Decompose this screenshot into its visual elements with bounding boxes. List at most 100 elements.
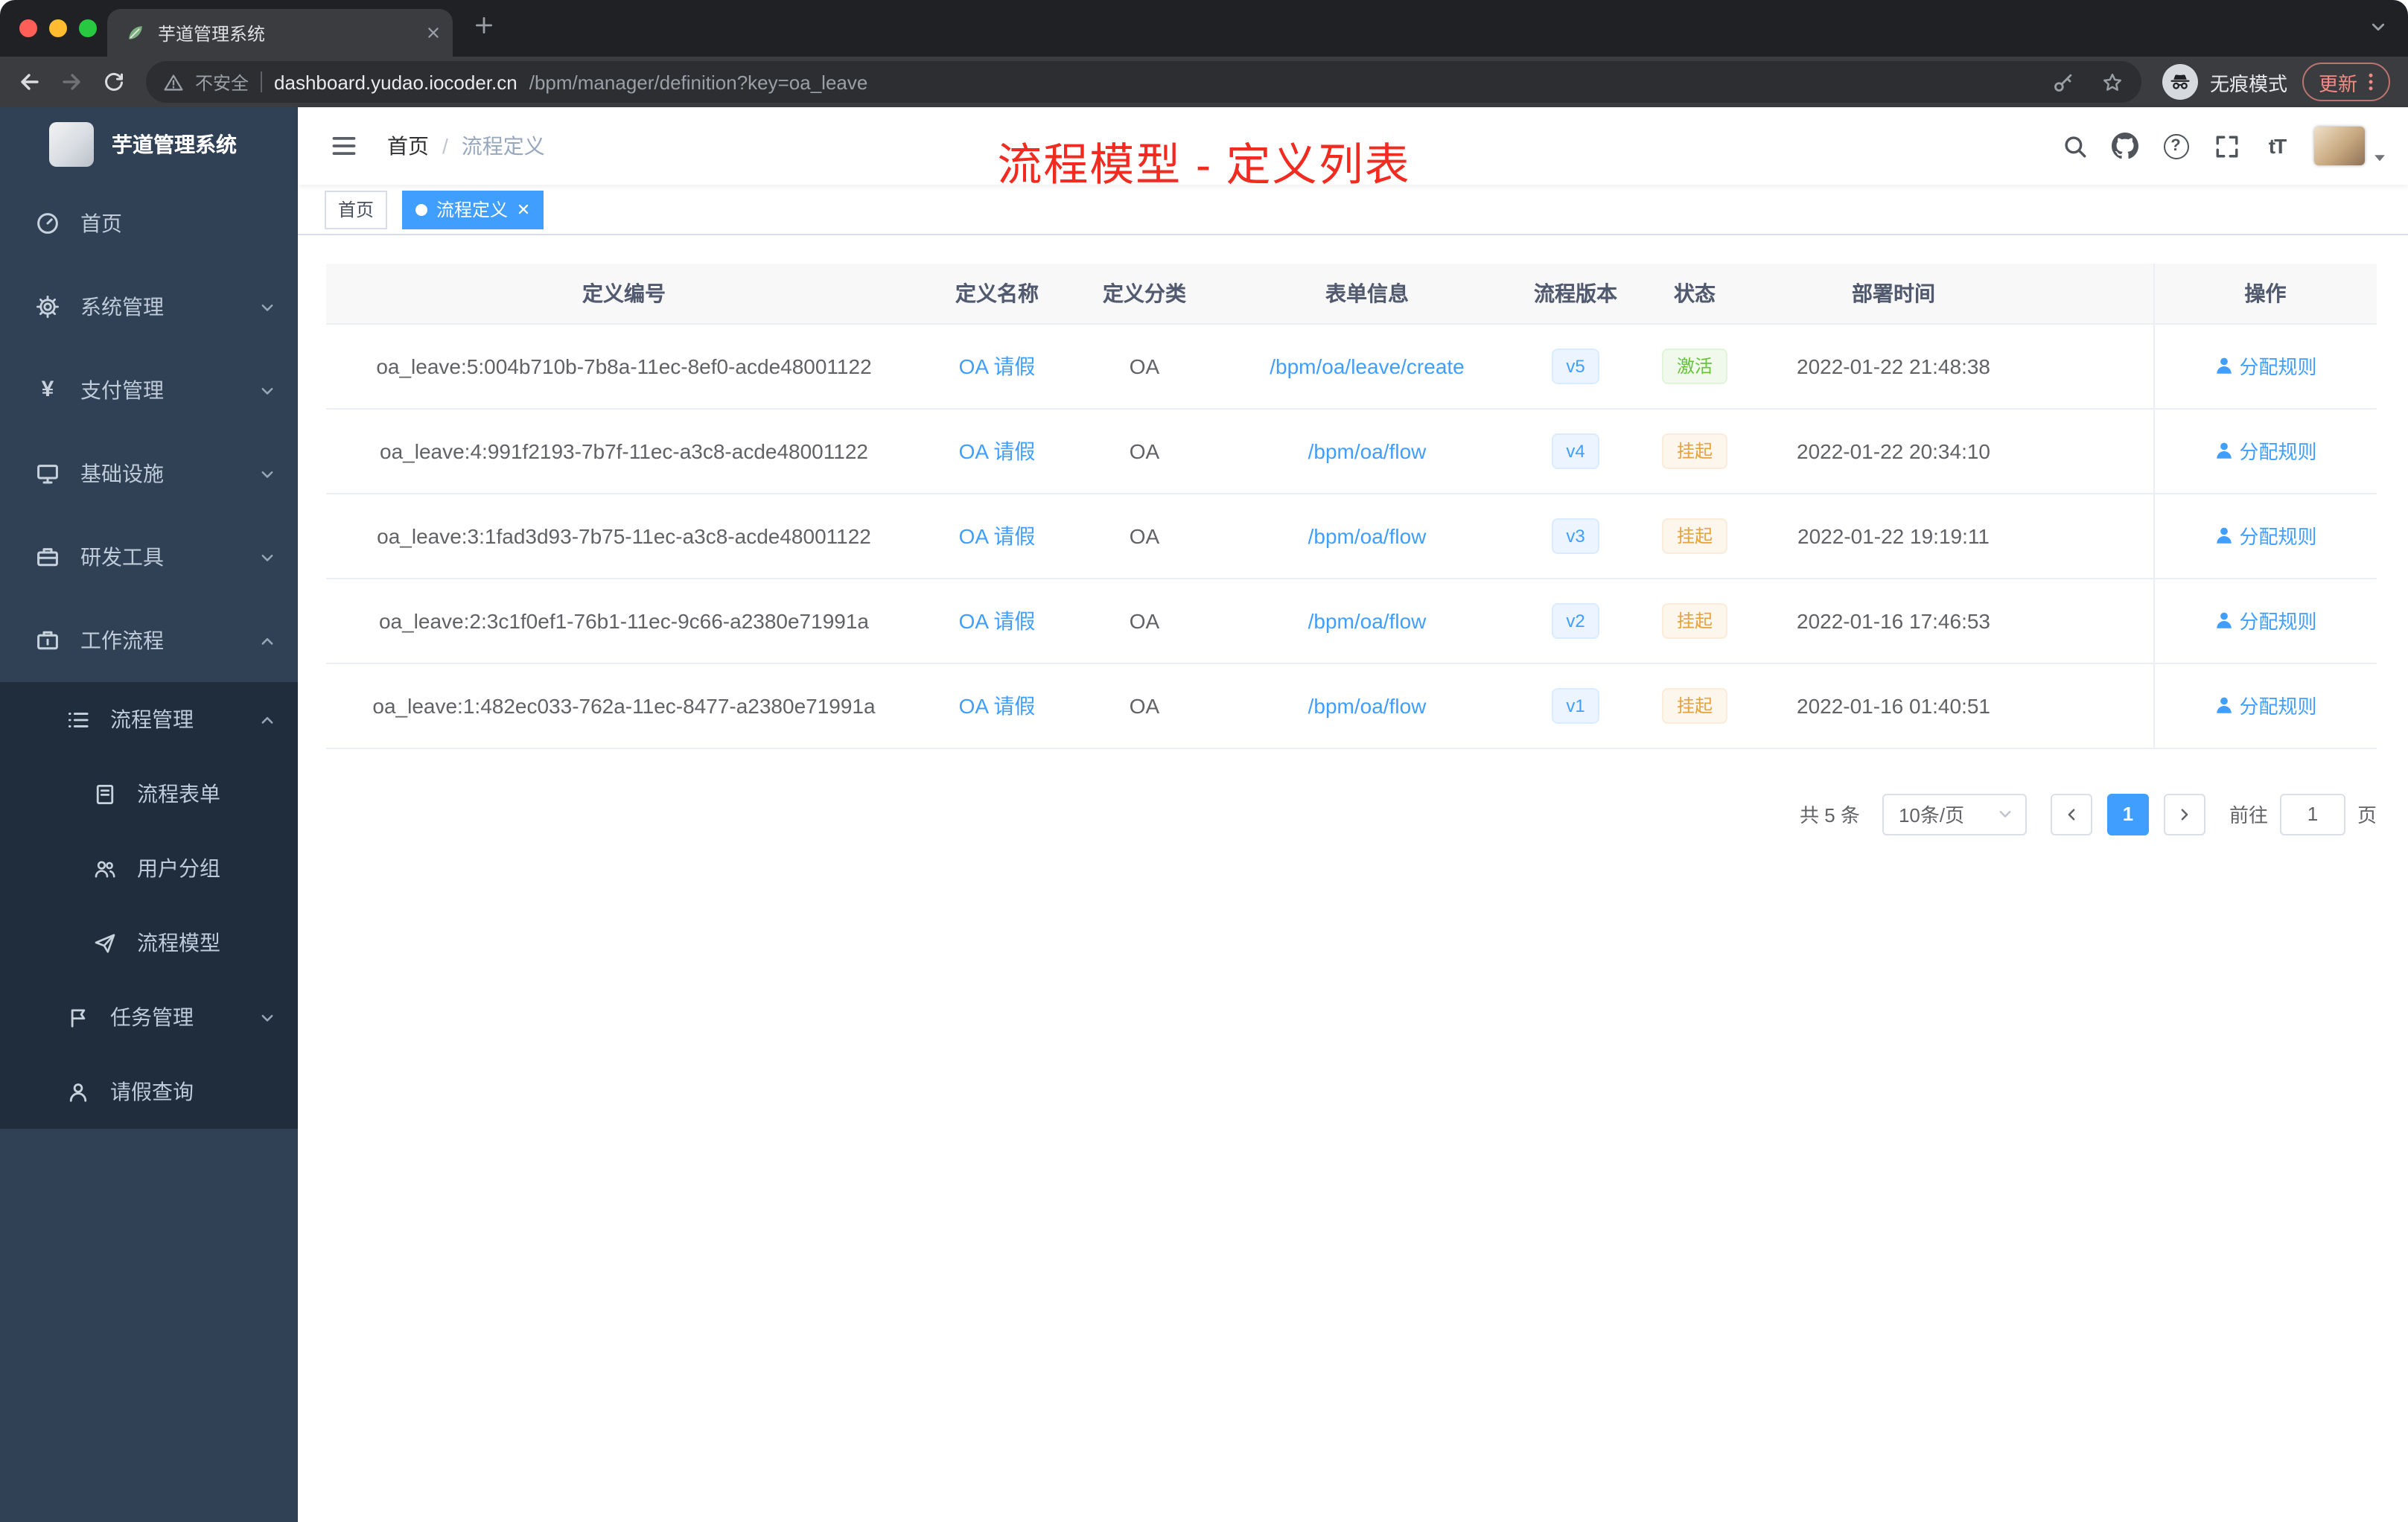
goto-page-input[interactable] [2279, 793, 2345, 835]
pagination: 共 5 条 10条/页 1 前往 1 页 [326, 793, 2377, 835]
form-info-link[interactable]: /bpm/oa/flow [1308, 523, 1427, 547]
tag-process-definition[interactable]: 流程定义 [402, 190, 544, 229]
chevron-down-icon [259, 382, 275, 398]
tag-label: 流程定义 [436, 200, 509, 220]
page-size-select[interactable]: 10条/页 [1882, 793, 2027, 835]
sidebar-item-payment[interactable]: ¥ 支付管理 [0, 348, 298, 432]
cell-filler [2031, 323, 2153, 409]
sidebar-item-leave-query[interactable]: 请假查询 [0, 1054, 298, 1129]
form-info-link[interactable]: /bpm/oa/flow [1308, 608, 1427, 632]
assign-rule-label: 分配规则 [2239, 611, 2317, 633]
sidebar-collapse-icon[interactable] [319, 133, 369, 159]
github-icon[interactable] [2100, 107, 2150, 185]
definition-name-link[interactable]: OA 请假 [959, 439, 1036, 462]
incognito-badge: 无痕模式 [2162, 64, 2287, 100]
next-page-button[interactable] [2163, 793, 2205, 835]
user-avatar [2314, 127, 2365, 165]
sidebar-item-task-management[interactable]: 任务管理 [0, 980, 298, 1054]
definition-name-link[interactable]: OA 请假 [959, 523, 1036, 547]
form-info-link[interactable]: /bpm/oa/flow [1308, 693, 1427, 717]
status-badge: 挂起 [1661, 602, 1727, 638]
browser-tab[interactable]: 芋道管理系统 [107, 9, 453, 57]
definition-name-link[interactable]: OA 请假 [959, 693, 1036, 717]
fullscreen-icon[interactable] [2201, 107, 2252, 185]
cell-category: OA [1072, 323, 1217, 409]
table-row: oa_leave:1:482ec033-762a-11ec-8477-a2380… [326, 663, 2377, 748]
tab-search-chevron-icon[interactable] [2369, 18, 2387, 36]
sidebar-item-process-model[interactable]: 流程模型 [0, 905, 298, 980]
address-bar[interactable]: 不安全 dashboard.yudao.iocoder.cn /bpm/mana… [146, 61, 2141, 103]
sidebar-logo[interactable]: 芋道管理系统 [0, 107, 298, 182]
sidebar-item-label: 基础设施 [80, 462, 164, 485]
col-header-id: 定义编号 [326, 264, 922, 324]
font-size-icon[interactable]: tT [2252, 107, 2302, 185]
sidebar-item-user-group[interactable]: 用户分组 [0, 831, 298, 905]
window-close-button[interactable] [19, 19, 37, 37]
tab-close-icon[interactable] [426, 25, 441, 40]
form-info-link[interactable]: /bpm/oa/flow [1308, 439, 1427, 462]
user-group-icon [91, 857, 118, 879]
sidebar-item-label: 请假查询 [110, 1080, 194, 1104]
tag-close-icon[interactable] [517, 203, 530, 216]
reload-icon[interactable] [92, 61, 134, 103]
window-controls [0, 19, 97, 37]
sidebar-item-system[interactable]: 系统管理 [0, 265, 298, 348]
help-icon[interactable]: ? [2150, 107, 2201, 185]
search-icon[interactable] [2049, 107, 2100, 185]
sidebar-item-workflow[interactable]: 工作流程 [0, 599, 298, 682]
sidebar-item-label: 任务管理 [110, 1005, 194, 1029]
cell-deploy-time: 2022-01-16 01:40:51 [1756, 663, 2031, 748]
chevron-down-icon [259, 465, 275, 482]
cell-category: OA [1072, 408, 1217, 494]
sidebar-item-process-form[interactable]: 流程表单 [0, 757, 298, 831]
user-menu[interactable] [2314, 127, 2387, 165]
sidebar-item-infrastructure[interactable]: 基础设施 [0, 432, 298, 515]
main-area: 首页 / 流程定义 ? tT 首页 流程定义 定义编号 定义名称 定义分类 表单… [298, 107, 2408, 1522]
page-size-value: 10条/页 [1898, 804, 1965, 827]
chevron-down-icon [259, 1009, 275, 1025]
new-tab-button[interactable] [474, 15, 494, 36]
assign-rule-link[interactable]: 分配规则 [2214, 691, 2317, 719]
col-header-category: 定义分类 [1072, 264, 1217, 324]
version-tag: v4 [1551, 433, 1600, 468]
sidebar-item-dev-tools[interactable]: 研发工具 [0, 515, 298, 599]
sidebar-item-label: 支付管理 [80, 378, 164, 402]
definition-name-link[interactable]: OA 请假 [959, 608, 1036, 632]
col-header-name: 定义名称 [922, 264, 1072, 324]
assign-rule-label: 分配规则 [2239, 695, 2317, 718]
breadcrumb-current: 流程定义 [461, 134, 545, 158]
toolbox-icon [34, 545, 61, 569]
form-info-link[interactable]: /bpm/oa/leave/create [1270, 354, 1465, 378]
sidebar-item-home[interactable]: 首页 [0, 182, 298, 265]
table-row: oa_leave:3:1fad3d93-7b75-11ec-a3c8-acde4… [326, 493, 2377, 579]
bookmark-star-icon[interactable] [2101, 71, 2124, 93]
assign-rule-link[interactable]: 分配规则 [2214, 351, 2317, 380]
page-unit-label: 页 [2357, 804, 2377, 827]
table-row: oa_leave:5:004b710b-7b8a-11ec-8ef0-acde4… [326, 323, 2377, 409]
window-zoom-button[interactable] [79, 19, 97, 37]
workflow-icon [34, 628, 61, 652]
password-key-icon[interactable] [2052, 71, 2074, 93]
sidebar-item-process-management[interactable]: 流程管理 [0, 682, 298, 757]
sidebar: 芋道管理系统 首页 系统管理 ¥ 支付管理 基础设施 研发工具 工作流程 流程管… [0, 107, 298, 1522]
assign-rule-link[interactable]: 分配规则 [2214, 521, 2317, 550]
security-warning-icon[interactable] [164, 72, 183, 92]
status-badge: 挂起 [1661, 433, 1727, 468]
tag-home[interactable]: 首页 [325, 190, 388, 229]
prev-page-button[interactable] [2050, 793, 2092, 835]
current-page-button[interactable]: 1 [2106, 793, 2149, 835]
browser-menu-dots-icon[interactable] [2368, 71, 2374, 92]
chrome-update-button[interactable]: 更新 [2302, 63, 2390, 101]
breadcrumb-home-link[interactable]: 首页 [387, 131, 429, 161]
browser-tab-strip: 芋道管理系统 [0, 0, 2408, 57]
forward-icon[interactable] [51, 61, 92, 103]
update-label: 更新 [2318, 72, 2357, 95]
assign-rule-link[interactable]: 分配规则 [2214, 606, 2317, 634]
sidebar-item-label: 流程模型 [137, 931, 220, 955]
back-icon[interactable] [9, 61, 51, 103]
window-minimize-button[interactable] [49, 19, 67, 37]
sidebar-item-label: 用户分组 [137, 856, 220, 880]
definition-name-link[interactable]: OA 请假 [959, 354, 1036, 378]
sidebar-item-label: 系统管理 [80, 295, 164, 319]
assign-rule-link[interactable]: 分配规则 [2214, 436, 2317, 465]
